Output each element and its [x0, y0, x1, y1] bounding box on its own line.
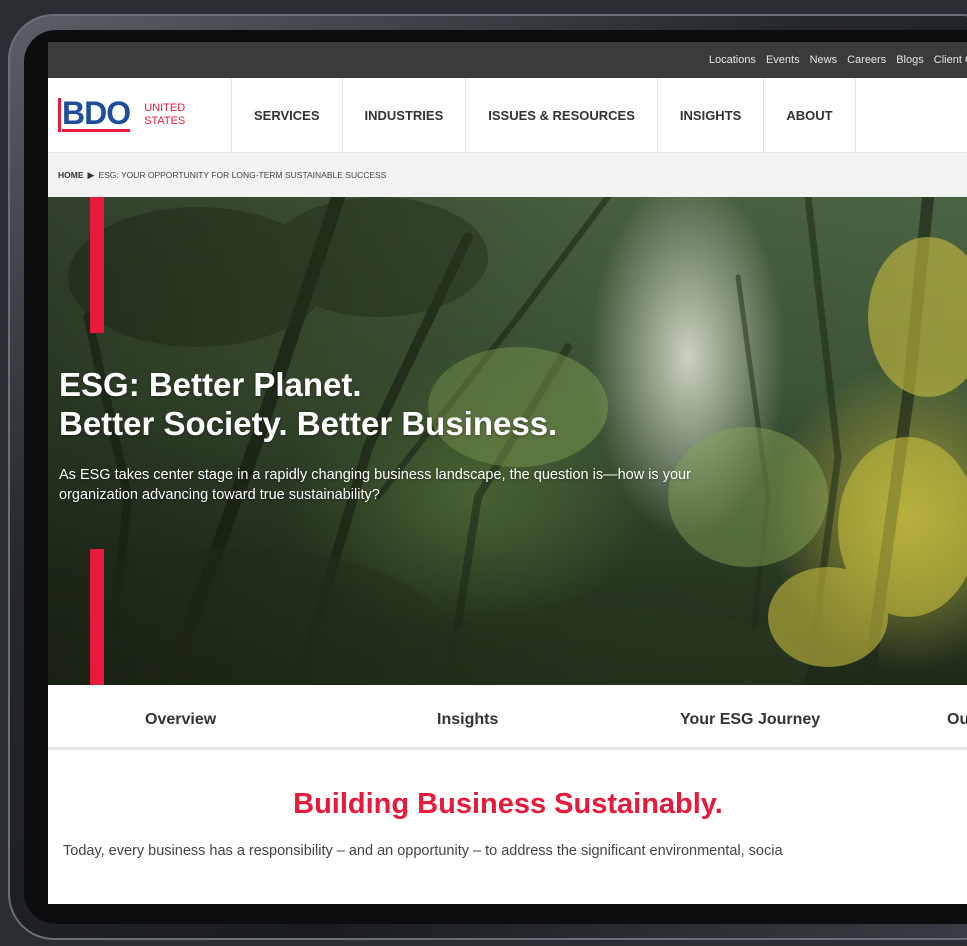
main-nav: BDO UNITED STATES SERVICES INDUSTRIES IS…: [48, 78, 967, 153]
tab-our[interactable]: Ou: [947, 711, 967, 729]
section-intro-text: Today, every business has a responsibili…: [63, 843, 783, 859]
hero-subtitle: As ESG takes center stage in a rapidly c…: [59, 467, 691, 503]
logo-mark: BDO: [58, 95, 131, 132]
section-heading: Building Business Sustainably.: [293, 788, 723, 820]
breadcrumb-separator-icon: ▶: [87, 169, 95, 180]
hero-accent-bar-top: [90, 197, 104, 333]
tab-insights[interactable]: Insights: [437, 711, 498, 729]
hero-title: ESG: Better Planet. Better Society. Bett…: [59, 365, 557, 443]
hero-title-line2: Better Society. Better Business.: [59, 405, 558, 442]
logo-region-line2: STATES: [144, 115, 186, 127]
tab-your-esg-journey[interactable]: Your ESG Journey: [680, 711, 820, 729]
logo-red-bar: [58, 98, 61, 132]
tab-overview[interactable]: Overview: [145, 711, 216, 729]
utility-link-careers[interactable]: Careers: [847, 54, 886, 66]
hero-title-line1: ESG: Better Planet.: [59, 366, 362, 403]
nav-item-about[interactable]: ABOUT: [764, 78, 856, 152]
logo-region: UNITED STATES: [144, 102, 185, 128]
page-tabs: Overview Insights Your ESG Journey Ou: [48, 685, 967, 750]
nav-item-services[interactable]: SERVICES: [232, 78, 343, 152]
hero-accent-bar-bottom: [90, 549, 104, 685]
utility-link-news[interactable]: News: [810, 54, 838, 66]
bdo-logo[interactable]: BDO UNITED STATES: [48, 78, 232, 152]
hero-banner: ESG: Better Planet. Better Society. Bett…: [48, 197, 967, 685]
breadcrumb-home-link[interactable]: HOME: [58, 170, 84, 180]
breadcrumb-current: ESG: YOUR OPPORTUNITY FOR LONG-TERM SUST…: [98, 170, 387, 180]
nav-item-insights[interactable]: INSIGHTS: [658, 78, 765, 152]
browser-screen: Locations Events News Careers Blogs Clie…: [48, 42, 967, 904]
breadcrumb: HOME ▶ ESG: YOUR OPPORTUNITY FOR LONG-TE…: [48, 153, 967, 197]
nav-item-industries[interactable]: INDUSTRIES: [343, 78, 467, 152]
utility-link-locations[interactable]: Locations: [709, 54, 756, 66]
logo-region-line1: UNITED: [144, 102, 186, 114]
utility-link-blogs[interactable]: Blogs: [896, 54, 924, 66]
utility-nav: Locations Events News Careers Blogs Clie…: [48, 42, 967, 78]
utility-link-client-center[interactable]: Client Co: [934, 54, 967, 66]
nav-item-issues-resources[interactable]: ISSUES & RESOURCES: [466, 78, 658, 152]
logo-wordmark: BDO: [62, 95, 131, 132]
utility-link-events[interactable]: Events: [766, 54, 800, 66]
